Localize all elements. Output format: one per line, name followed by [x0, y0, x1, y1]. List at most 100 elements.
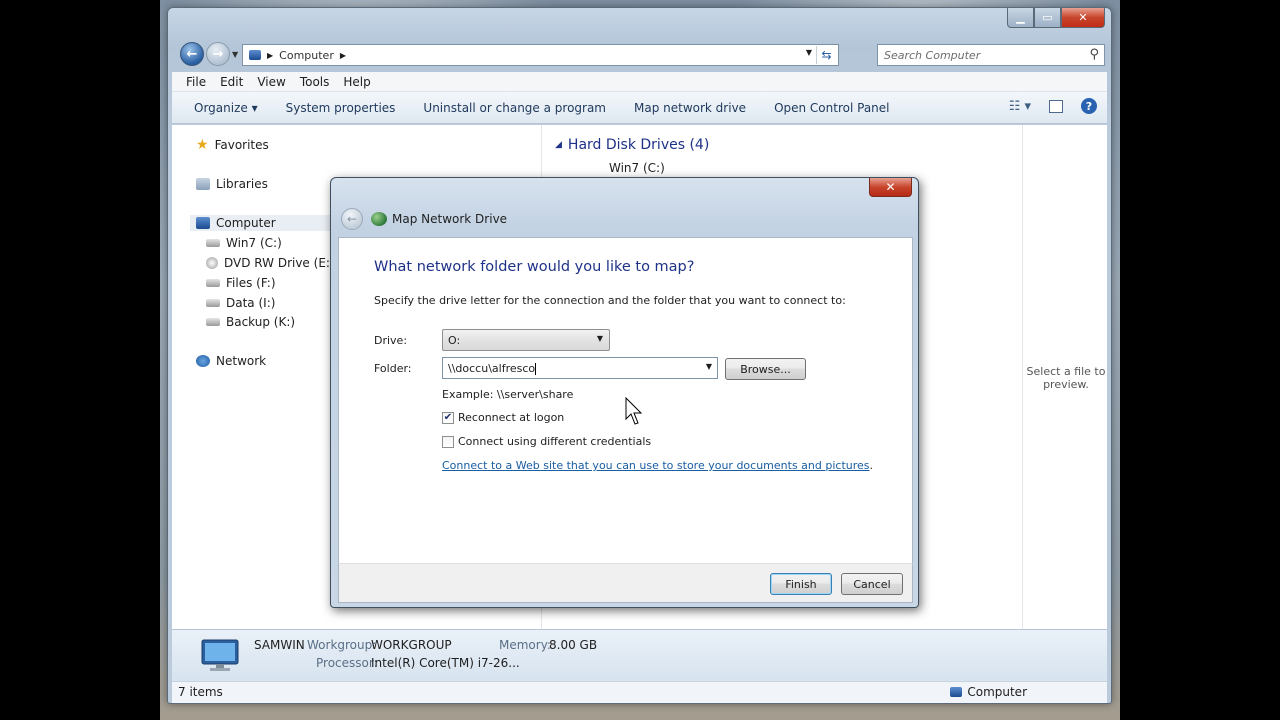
network-icon — [196, 355, 210, 367]
nav-drive-label: Backup (K:) — [226, 315, 296, 329]
breadcrumb-computer[interactable]: Computer — [279, 49, 334, 62]
nav-favorites[interactable]: ★ Favorites — [196, 137, 269, 153]
nav-drive-i[interactable]: Data (I:) — [206, 296, 275, 310]
cancel-button[interactable]: Cancel — [841, 573, 903, 595]
close-icon: ✕ — [885, 180, 896, 194]
open-control-panel-button[interactable]: Open Control Panel — [774, 101, 889, 115]
libraries-icon — [196, 178, 210, 190]
minimize-button[interactable]: ▁ — [1007, 8, 1034, 28]
memory-label: Memory: — [499, 638, 551, 652]
computer-name: SAMWIN — [254, 638, 305, 652]
dialog-title: Map Network Drive — [371, 212, 507, 226]
system-properties-button[interactable]: System properties — [286, 101, 396, 115]
nav-network[interactable]: Network — [196, 354, 266, 368]
toolbar-icons: ☷ ▾ ? — [1009, 98, 1097, 114]
dialog-instruction: Specify the drive letter for the connect… — [374, 294, 846, 307]
folder-input[interactable]: \\doccu\alfresco ▼ — [442, 357, 718, 379]
command-bar: Organize ▾ System properties Uninstall o… — [172, 92, 1107, 124]
status-bar: 7 items Computer — [172, 681, 1107, 703]
folder-input-value: \\doccu\alfresco — [448, 362, 536, 375]
text-caret — [535, 363, 537, 375]
letterbox-left — [0, 0, 160, 720]
nav-drive-label: Files (F:) — [226, 276, 276, 290]
back-arrow-icon: ← — [346, 212, 358, 226]
dialog-close-button[interactable]: ✕ — [869, 178, 912, 197]
reconnect-checkbox[interactable]: ✔ — [442, 411, 454, 424]
dialog-back-button[interactable]: ← — [341, 208, 363, 230]
processor-label: Processor: — [316, 656, 378, 670]
nav-favorites-label: Favorites — [214, 138, 269, 152]
nav-drive-label: Win7 (C:) — [226, 236, 282, 250]
drive-tile-label[interactable]: Win7 (C:) — [609, 161, 665, 175]
dialog-heading: What network folder would you like to ma… — [374, 259, 695, 275]
status-location: Computer — [950, 685, 1027, 699]
menu-edit[interactable]: Edit — [220, 75, 243, 89]
item-count: 7 items — [178, 685, 223, 699]
maximize-button[interactable]: ▭ — [1034, 8, 1061, 28]
link-suffix: . — [869, 459, 874, 472]
refresh-icon: ⇆ — [821, 48, 832, 62]
chevron-right-icon[interactable]: ▶ — [340, 51, 346, 60]
collapse-arrow-icon[interactable]: ◢ — [555, 140, 562, 150]
search-input[interactable]: Search Computer ⚲ — [877, 44, 1105, 66]
uninstall-program-button[interactable]: Uninstall or change a program — [423, 101, 606, 115]
hard-drive-icon — [206, 299, 220, 307]
organize-button[interactable]: Organize ▾ — [194, 101, 258, 115]
help-icon[interactable]: ? — [1081, 98, 1097, 114]
search-placeholder: Search Computer — [884, 48, 981, 62]
preview-pane-icon[interactable] — [1049, 99, 1063, 113]
browse-button[interactable]: Browse... — [725, 358, 806, 380]
address-bar[interactable]: ▶ Computer ▶ ▼ ⇆ — [242, 44, 839, 66]
change-view-icon[interactable]: ☷ ▾ — [1009, 99, 1031, 114]
star-icon: ★ — [196, 137, 209, 153]
processor-value: Intel(R) Core(TM) i7-26... — [371, 656, 520, 670]
details-pane: SAMWIN Workgroup: WORKGROUP Memory: 8.00… — [172, 629, 1107, 681]
search-icon[interactable]: ⚲ — [1089, 47, 1099, 62]
hard-drive-icon — [206, 318, 220, 326]
letterbox-right — [1120, 0, 1280, 720]
forward-button[interactable]: → — [206, 42, 230, 66]
menu-bar: File Edit View Tools Help — [172, 72, 1107, 92]
back-button[interactable]: ← — [180, 42, 204, 66]
menu-view[interactable]: View — [257, 75, 285, 89]
credentials-checkbox[interactable] — [442, 435, 454, 448]
dialog-footer: Finish Cancel — [338, 563, 913, 603]
nav-drive-c[interactable]: Win7 (C:) — [206, 236, 282, 250]
address-dropdown-icon[interactable]: ▼ — [806, 48, 812, 57]
recent-pages-dropdown[interactable]: ▼ — [232, 50, 238, 59]
chevron-right-icon[interactable]: ▶ — [267, 51, 273, 60]
menu-help[interactable]: Help — [343, 75, 370, 89]
hard-drive-icon — [206, 239, 220, 247]
refresh-button[interactable]: ⇆ — [816, 46, 836, 64]
forward-arrow-icon: → — [212, 46, 224, 62]
chevron-down-icon[interactable]: ▼ — [597, 334, 603, 343]
nav-network-label: Network — [216, 354, 267, 368]
nav-drive-f[interactable]: Files (F:) — [206, 276, 276, 290]
reconnect-label[interactable]: Reconnect at logon — [458, 411, 564, 424]
menu-file[interactable]: File — [186, 75, 206, 89]
map-network-drive-button[interactable]: Map network drive — [634, 101, 746, 115]
web-site-link[interactable]: Connect to a Web site that you can use t… — [442, 459, 870, 472]
dvd-drive-icon — [206, 257, 218, 269]
status-location-label: Computer — [967, 685, 1027, 699]
chevron-down-icon[interactable]: ▼ — [706, 362, 712, 371]
workgroup-label: Workgroup: — [307, 638, 377, 652]
close-button[interactable]: ✕ — [1061, 8, 1105, 28]
drive-select-value: O: — [448, 334, 461, 347]
folder-label: Folder: — [374, 362, 412, 375]
address-row: ← → ▼ ▶ Computer ▶ ▼ ⇆ Search Computer ⚲ — [176, 40, 1105, 66]
nav-drive-k[interactable]: Backup (K:) — [206, 315, 295, 329]
workgroup-value: WORKGROUP — [371, 638, 452, 652]
credentials-label[interactable]: Connect using different credentials — [458, 435, 651, 448]
menu-tools[interactable]: Tools — [300, 75, 330, 89]
computer-icon — [950, 687, 963, 697]
nav-libraries[interactable]: Libraries — [196, 177, 268, 191]
finish-button[interactable]: Finish — [770, 573, 832, 595]
reconnect-checkbox-row[interactable]: ✔ Reconnect at logon — [442, 411, 564, 424]
group-header-hard-disk-drives[interactable]: ◢ Hard Disk Drives (4) — [555, 137, 709, 153]
web-site-link-row: Connect to a Web site that you can use t… — [442, 459, 873, 472]
drive-select[interactable]: O: ▼ — [442, 329, 610, 351]
preview-pane: Select a file to preview. — [1022, 125, 1109, 629]
credentials-checkbox-row[interactable]: Connect using different credentials — [442, 435, 651, 448]
drive-label: Drive: — [374, 334, 408, 347]
